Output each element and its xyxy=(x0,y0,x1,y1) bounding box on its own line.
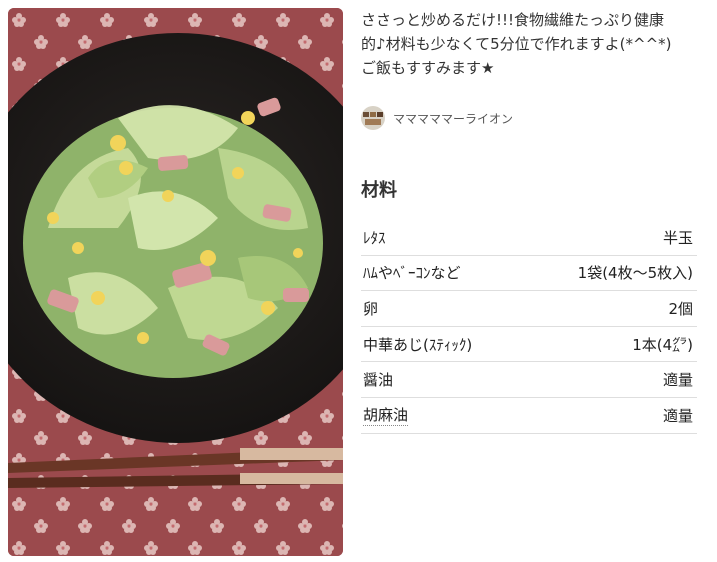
ingredient-amount: 2個 xyxy=(668,299,693,318)
ingredient-name: 醤油 xyxy=(363,371,394,390)
ingredient-row: 胡麻油 適量 xyxy=(361,398,697,434)
ingredient-name: ﾊﾑやﾍﾞｰｺﾝなど xyxy=(363,264,461,283)
author-name[interactable]: マママママーライオン xyxy=(393,110,513,127)
ingredient-name: 卵 xyxy=(363,299,379,318)
ingredient-amount: 1袋(4枚～5枚入) xyxy=(577,264,693,283)
author-avatar[interactable] xyxy=(361,106,385,130)
ingredient-row: 卵 2個 xyxy=(361,291,697,327)
ingredient-row: ﾊﾑやﾍﾞｰｺﾝなど 1袋(4枚～5枚入) xyxy=(361,256,697,292)
recipe-description: ささっと炒めるだけ!!!食物繊維たっぷり健康 的♪材料も少なくて5分位で作れます… xyxy=(361,11,672,77)
ingredient-row: 醤油 適量 xyxy=(361,362,697,398)
ingredient-name-link[interactable]: 胡麻油 xyxy=(363,404,409,427)
ingredients-list: ﾚﾀｽ 半玉 ﾊﾑやﾍﾞｰｺﾝなど 1袋(4枚～5枚入) 卵 2個 中華あじ(ｽ… xyxy=(361,220,697,434)
ingredient-row: 中華あじ(ｽﾃｨｯｸ) 1本(4㌘) xyxy=(361,327,697,363)
recipe-info: ささっと炒めるだけ!!!食物繊維たっぷり健康 的♪材料も少なくて5分位で作れます… xyxy=(361,8,701,80)
author-link[interactable]: マママママーライオン xyxy=(361,105,513,131)
ingredient-name: 中華あじ(ｽﾃｨｯｸ) xyxy=(363,335,473,354)
ingredient-row: ﾚﾀｽ 半玉 xyxy=(361,220,697,256)
ingredient-amount: 適量 xyxy=(662,406,693,425)
avatar-image-icon xyxy=(361,106,385,130)
ingredient-amount: 半玉 xyxy=(662,228,693,247)
ingredient-name: ﾚﾀｽ xyxy=(363,228,386,247)
ingredient-amount: 1本(4㌘) xyxy=(632,335,693,354)
recipe-photo[interactable] xyxy=(8,8,343,556)
food-photo-illustration xyxy=(8,8,343,556)
ingredients-heading: 材料 xyxy=(361,180,397,201)
ingredient-amount: 適量 xyxy=(662,371,693,390)
